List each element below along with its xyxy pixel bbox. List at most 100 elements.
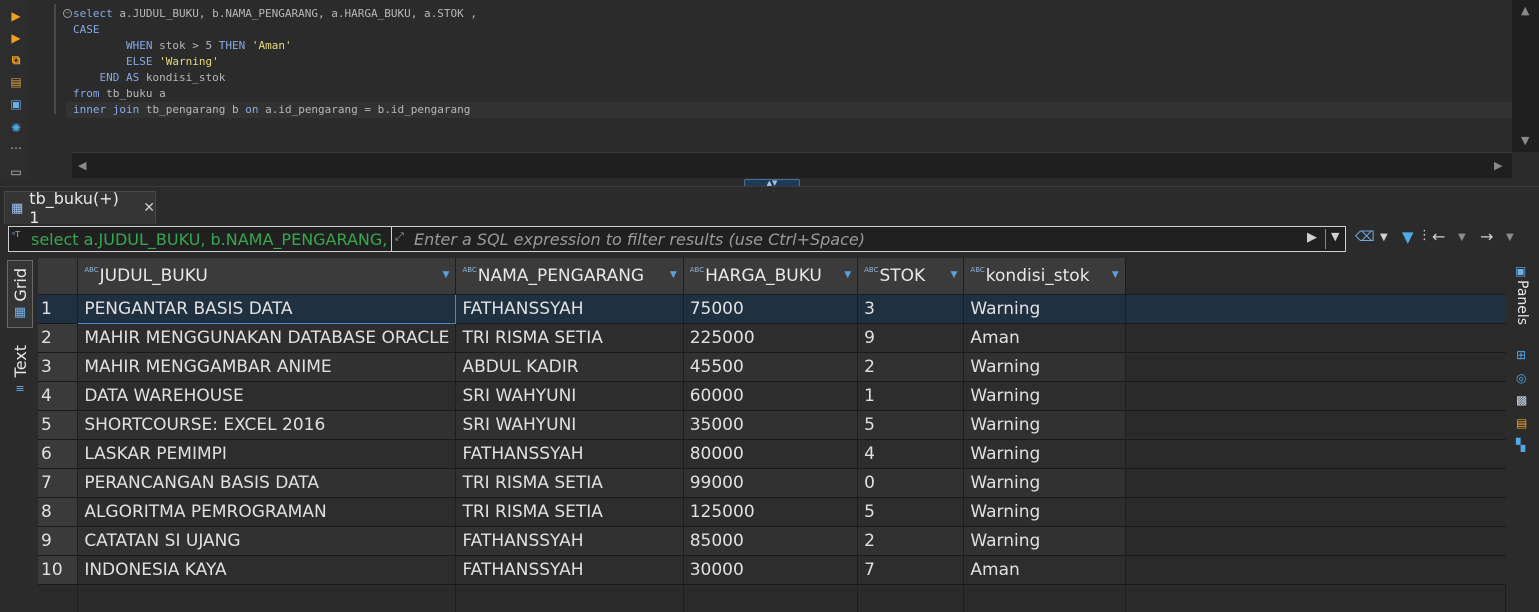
table-cell[interactable]: SHORTCOURSE: EXCEL 2016 xyxy=(77,410,457,440)
tab-grid[interactable]: Grid ▦ xyxy=(7,260,33,328)
sort-icon[interactable]: ▼ xyxy=(670,270,677,280)
table-cell[interactable]: SRI WAHYUNI xyxy=(455,381,684,411)
value-panel-icon[interactable]: ⊞ xyxy=(1516,348,1530,362)
filter-menu-icon[interactable]: ⋮ xyxy=(1418,228,1431,243)
execute-script-icon[interactable]: ⧉ xyxy=(8,52,24,68)
export-icon[interactable]: ▭ xyxy=(8,164,24,180)
table-cell[interactable]: Warning xyxy=(963,526,1126,556)
column-header-kondisi-stok[interactable]: ABCkondisi_stok ▼ xyxy=(963,258,1126,295)
table-cell[interactable]: 0 xyxy=(857,468,965,498)
sort-icon[interactable]: ▼ xyxy=(1112,270,1119,280)
table-cell[interactable]: FATHANSSYAH xyxy=(455,555,684,585)
tab-text[interactable]: Text ≡ xyxy=(7,336,33,404)
table-cell[interactable]: CATATAN SI UJANG xyxy=(77,526,457,556)
back-icon[interactable]: ← xyxy=(1432,227,1445,246)
column-header-stok[interactable]: ABCSTOK ▼ xyxy=(857,258,965,295)
table-cell[interactable]: 35000 xyxy=(683,410,859,440)
forward-icon[interactable]: → xyxy=(1480,227,1493,246)
table-cell[interactable]: 5 xyxy=(857,410,965,440)
table-cell[interactable]: 4 xyxy=(857,439,965,469)
column-header-nama-pengarang[interactable]: ABCNAMA_PENGARANG ▼ xyxy=(455,258,684,295)
console-icon[interactable]: ▣ xyxy=(8,96,24,112)
filter-input[interactable] xyxy=(392,229,1272,249)
table-cell[interactable]: Aman xyxy=(963,555,1126,585)
column-header-harga-buku[interactable]: ABCHARGA_BUKU ▼ xyxy=(683,258,859,295)
calc-icon[interactable]: ▤ xyxy=(1516,416,1530,430)
sort-icon[interactable]: ▼ xyxy=(844,270,851,280)
close-icon[interactable]: ✕ xyxy=(143,200,155,216)
table-cell[interactable]: 45500 xyxy=(683,352,859,382)
results-grid[interactable]: ABCJUDUL_BUKU ▼ ABCNAMA_PENGARANG ▼ ABCHARGA… xyxy=(38,258,1506,612)
row-number[interactable]: 4 xyxy=(38,381,79,411)
execute-statement-icon[interactable]: ▶ xyxy=(8,8,24,24)
table-cell[interactable]: LASKAR PEMIMPI xyxy=(77,439,457,469)
table-cell[interactable]: DATA WAREHOUSE xyxy=(77,381,457,411)
table-cell[interactable]: 3 xyxy=(857,294,965,324)
column-header-judul-buku[interactable]: ABCJUDUL_BUKU ▼ xyxy=(77,258,457,295)
table-cell[interactable]: TRI RISMA SETIA xyxy=(455,497,684,527)
table-cell[interactable]: MAHIR MENGGAMBAR ANIME xyxy=(77,352,457,382)
table-cell[interactable]: 60000 xyxy=(683,381,859,411)
filter-box[interactable]: ᵒT select a.JUDUL_BUKU, b.NAMA_PENGARANG… xyxy=(8,226,1346,252)
apply-filter-icon[interactable]: ▶ xyxy=(1307,230,1317,245)
scroll-down-icon[interactable]: ▼ xyxy=(1521,134,1529,147)
table-cell[interactable]: PERANCANGAN BASIS DATA xyxy=(77,468,457,498)
table-cell[interactable]: Warning xyxy=(963,410,1126,440)
more-icon[interactable]: ⋯ xyxy=(8,140,24,156)
row-number-header[interactable] xyxy=(38,258,79,295)
table-cell[interactable]: 5 xyxy=(857,497,965,527)
scroll-right-icon[interactable]: ▶ xyxy=(1494,159,1502,172)
eraser-icon[interactable]: ⌫ xyxy=(1355,229,1375,245)
table-cell[interactable]: 30000 xyxy=(683,555,859,585)
code-line[interactable]: from tb_buku a xyxy=(66,86,1512,102)
table-cell[interactable]: FATHANSSYAH xyxy=(455,294,684,324)
table-cell[interactable]: INDONESIA KAYA xyxy=(77,555,457,585)
table-row[interactable]: 10 INDONESIA KAYA FATHANSSYAH 30000 7 Aman xyxy=(38,555,1506,585)
filter-history-text[interactable]: select a.JUDUL_BUKU, b.NAMA_PENGARANG, a… xyxy=(9,230,391,249)
table-cell[interactable]: 2 xyxy=(857,526,965,556)
editor-vertical-scrollbar[interactable]: ▲ ▼ xyxy=(1512,0,1539,152)
code-line[interactable]: CASE xyxy=(66,22,1512,38)
table-cell[interactable]: FATHANSSYAH xyxy=(455,439,684,469)
table-cell[interactable]: 7 xyxy=(857,555,965,585)
history-icon[interactable]: ᵒT xyxy=(12,230,20,239)
table-cell[interactable]: 1 xyxy=(857,381,965,411)
forward-dropdown-icon[interactable]: ▼ xyxy=(1506,232,1514,243)
table-cell[interactable]: Warning xyxy=(963,352,1126,382)
table-cell[interactable]: 85000 xyxy=(683,526,859,556)
row-number[interactable]: 2 xyxy=(38,323,79,353)
table-row[interactable]: 6 LASKAR PEMIMPI FATHANSSYAH 80000 4 Warning xyxy=(38,439,1506,469)
table-cell[interactable]: 75000 xyxy=(683,294,859,324)
panels-toggle[interactable]: Panels xyxy=(1514,280,1530,325)
table-cell[interactable]: MAHIR MENGGUNAKAN DATABASE ORACLE xyxy=(77,323,457,353)
table-row[interactable]: 4 DATA WAREHOUSE SRI WAHYUNI 60000 1 Warning xyxy=(38,381,1506,411)
explain-plan-icon[interactable]: ▤ xyxy=(8,74,24,90)
table-cell[interactable]: Warning xyxy=(963,497,1126,527)
table-cell[interactable]: PENGANTAR BASIS DATA xyxy=(77,293,457,324)
table-cell[interactable]: Warning xyxy=(963,294,1126,324)
table-cell[interactable]: Aman xyxy=(963,323,1126,353)
table-cell[interactable]: TRI RISMA SETIA xyxy=(455,323,684,353)
table-row[interactable]: 1 PENGANTAR BASIS DATA FATHANSSYAH 75000 3 Wa… xyxy=(38,293,1506,324)
table-row[interactable]: 2 MAHIR MENGGUNAKAN DATABASE ORACLE TRI RI… xyxy=(38,323,1506,353)
table-cell[interactable]: Warning xyxy=(963,381,1126,411)
code-line[interactable]: WHEN stok > 5 THEN 'Aman' xyxy=(66,38,1512,54)
row-number[interactable]: 3 xyxy=(38,352,79,382)
table-cell[interactable]: 125000 xyxy=(683,497,859,527)
table-cell[interactable]: TRI RISMA SETIA xyxy=(455,468,684,498)
table-cell[interactable]: ALGORITMA PEMROGRAMAN xyxy=(77,497,457,527)
row-number[interactable]: 6 xyxy=(38,439,79,469)
code-line[interactable]: select a.JUDUL_BUKU, b.NAMA_PENGARANG, a… xyxy=(66,6,1512,22)
eraser-dropdown-icon[interactable]: ▼ xyxy=(1380,232,1388,243)
grid-pattern-icon[interactable]: ▩ xyxy=(1516,393,1530,407)
table-cell[interactable]: 2 xyxy=(857,352,965,382)
layout-icon[interactable]: ▚ xyxy=(1516,438,1530,452)
filter-dropdown-icon[interactable]: ▼ xyxy=(1331,230,1339,243)
table-cell[interactable]: ABDUL KADIR xyxy=(455,352,684,382)
table-row[interactable]: 9 CATATAN SI UJANG FATHANSSYAH 85000 2 Warnin… xyxy=(38,526,1506,556)
table-cell[interactable]: 99000 xyxy=(683,468,859,498)
editor-horizontal-scrollbar[interactable]: ◀ ▶ xyxy=(72,152,1512,178)
settings-icon[interactable]: ✺ xyxy=(8,120,24,136)
code-line[interactable]: END AS kondisi_stok xyxy=(66,70,1512,86)
code-area[interactable]: − select a.JUDUL_BUKU, b.NAMA_PENGARANG,… xyxy=(63,6,1512,152)
